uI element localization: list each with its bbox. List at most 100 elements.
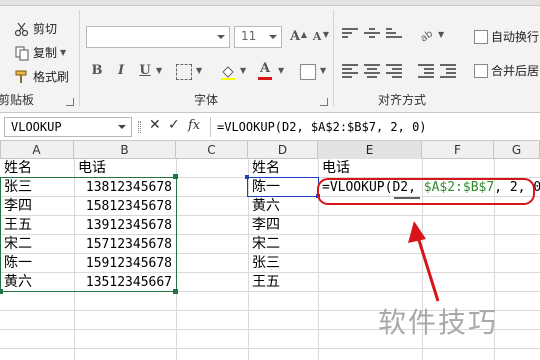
underline-icon: U <box>139 63 151 78</box>
font-name-combo[interactable] <box>86 26 230 48</box>
font-group-label: 字体 <box>193 93 218 107</box>
svg-text:ab: ab <box>419 28 434 42</box>
column-header-b[interactable]: B <box>74 141 176 159</box>
font-group: 11 A ▲ A ▼ B I U ▼ ▼ ▼ A ▼ ▼ 字体 <box>80 6 332 112</box>
cell-d6[interactable]: 张三 <box>252 254 280 273</box>
cut-label: 剪切 <box>33 22 58 36</box>
column-header-row: A B C D E F G <box>0 141 540 159</box>
fill-color-icon[interactable] <box>220 64 236 80</box>
chevron-down-icon[interactable]: ▼ <box>156 66 162 75</box>
underline-button[interactable]: U <box>136 62 154 80</box>
column-header-c[interactable]: C <box>176 141 248 159</box>
copy-icon <box>14 45 30 61</box>
chevron-down-icon[interactable]: ▼ <box>320 66 326 75</box>
range-corner-handle[interactable] <box>0 289 3 294</box>
wrap-text-label: 自动换行 <box>491 30 540 44</box>
italic-icon: I <box>117 63 125 78</box>
formula-part-args: , 2, 0) <box>494 180 540 195</box>
grow-font-icon: A <box>289 29 301 44</box>
column-header-a[interactable]: A <box>0 141 74 159</box>
chevron-down-icon[interactable] <box>118 125 126 129</box>
enter-icon[interactable]: ✓ <box>168 117 180 133</box>
cut-button[interactable]: 剪切 <box>14 20 57 37</box>
cell-b1[interactable]: 电话 <box>78 159 106 178</box>
chevron-down-icon[interactable]: ▼ <box>60 48 66 57</box>
clipboard-dialog-launcher-icon[interactable] <box>66 98 74 106</box>
font-color-button[interactable]: A <box>256 60 274 80</box>
watermark: 软件技巧 <box>378 306 499 339</box>
align-right-icon[interactable] <box>386 64 402 78</box>
italic-button[interactable]: I <box>112 62 130 80</box>
merge-center-button[interactable]: 合并后居 <box>474 62 539 79</box>
name-box[interactable]: VLOOKUP <box>4 117 132 137</box>
column-header-g[interactable]: G <box>494 141 540 159</box>
chevron-down-icon <box>269 35 277 39</box>
align-bottom-icon[interactable] <box>386 28 402 42</box>
chevron-down-icon <box>217 35 225 39</box>
align-center-icon[interactable] <box>364 64 380 78</box>
increase-indent-icon[interactable] <box>440 64 456 78</box>
formula-part-lookup: =VLOOKUP(D2, <box>322 180 424 195</box>
cell-area[interactable]: 姓名 电话 张三 13812345678 李四 15812345678 王五 1… <box>0 159 540 360</box>
range-reference-highlight <box>0 177 177 292</box>
orientation-icon[interactable]: ab <box>418 26 436 44</box>
chevron-down-icon[interactable]: ▼ <box>240 66 246 75</box>
formula-bar-handle-icon[interactable] <box>138 121 141 133</box>
align-left-icon[interactable] <box>342 64 358 78</box>
alignment-group-label: 对齐方式 <box>377 93 426 107</box>
column-header-d[interactable]: D <box>248 141 318 159</box>
wrap-text-icon <box>474 29 488 44</box>
cancel-icon[interactable]: ✕ <box>149 117 161 133</box>
copy-label: 复制 <box>33 46 58 60</box>
align-middle-icon[interactable] <box>364 28 380 42</box>
cell-e2-editing[interactable]: =VLOOKUP(D2, $A$2:$B$7, 2, 0) <box>322 178 540 197</box>
cell-d5[interactable]: 宋二 <box>252 235 280 254</box>
decrease-indent-icon[interactable] <box>418 64 434 78</box>
shrink-font-icon: A <box>312 30 322 43</box>
borders-icon[interactable] <box>176 64 192 80</box>
range-corner-handle[interactable] <box>173 289 178 294</box>
insert-function-icon[interactable]: fx <box>188 118 200 133</box>
range-corner-handle[interactable] <box>316 194 320 198</box>
chevron-down-icon[interactable]: ▼ <box>278 66 284 75</box>
chevron-down-icon[interactable]: ▼ <box>438 30 444 39</box>
formula-text: =VLOOKUP(D2, $A$2:$B$7, 2, 0) <box>217 120 427 134</box>
gridline <box>0 348 540 349</box>
column-header-e[interactable]: E <box>318 141 422 159</box>
alignment-group: ab ▼ 自动换行 合并后居 对齐方式 <box>334 6 540 112</box>
cell-d1[interactable]: 姓名 <box>252 159 280 178</box>
cell-d3[interactable]: 黄六 <box>252 197 280 216</box>
cell-e1[interactable]: 电话 <box>322 159 350 178</box>
d2-reference-highlight <box>247 177 319 197</box>
font-size-value: 11 <box>241 29 257 43</box>
ribbon: 剪切 复制 ▼ 格式刷 剪贴板 11 A ▲ A ▼ B I U ▼ ▼ ▼ A… <box>0 0 540 113</box>
formula-input[interactable]: =VLOOKUP(D2, $A$2:$B$7, 2, 0) <box>210 117 540 137</box>
cell-a1[interactable]: 姓名 <box>4 159 32 178</box>
align-top-icon[interactable] <box>342 28 358 42</box>
format-painter-button[interactable]: 格式刷 <box>14 68 69 85</box>
shrink-font-button[interactable]: A ▼ <box>308 28 329 46</box>
phonetic-icon[interactable] <box>300 64 316 80</box>
merge-center-icon <box>474 63 488 78</box>
cell-d7[interactable]: 王五 <box>252 273 280 292</box>
name-box-value: VLOOKUP <box>11 120 62 134</box>
formula-bar: VLOOKUP ✕ ✓ fx =VLOOKUP(D2, $A$2:$B$7, 2… <box>0 113 540 141</box>
merge-center-label: 合并后居 <box>491 64 540 78</box>
font-size-combo[interactable]: 11 <box>234 26 282 48</box>
column-header-f[interactable]: F <box>422 141 494 159</box>
worksheet-grid[interactable]: A B C D E F G 姓名 电话 张三 13812345678 李四 15… <box>0 141 540 360</box>
bold-icon: B <box>91 63 103 78</box>
bold-button[interactable]: B <box>88 62 106 80</box>
font-color-icon: A <box>259 61 271 76</box>
grow-font-button[interactable]: A ▲ <box>286 28 307 46</box>
font-dialog-launcher-icon[interactable] <box>320 98 328 106</box>
red-arrowhead-annotation <box>408 221 426 243</box>
brush-icon <box>14 69 30 85</box>
range-corner-handle[interactable] <box>245 175 249 179</box>
wrap-text-button[interactable]: 自动换行 <box>474 28 539 45</box>
formula-part-range: $A$2:$B$7 <box>423 180 495 195</box>
chevron-down-icon[interactable]: ▼ <box>196 66 202 75</box>
cell-d4[interactable]: 李四 <box>252 216 280 235</box>
range-corner-handle[interactable] <box>173 174 178 179</box>
copy-button[interactable]: 复制 ▼ <box>14 44 66 61</box>
